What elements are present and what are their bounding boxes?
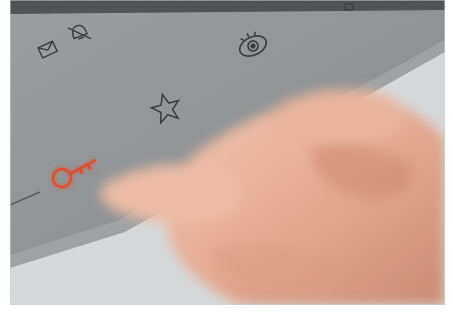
touch-panel-illustration: [10, 0, 445, 305]
touch-panel-photo: [10, 0, 445, 305]
photo-frame: [0, 0, 453, 312]
